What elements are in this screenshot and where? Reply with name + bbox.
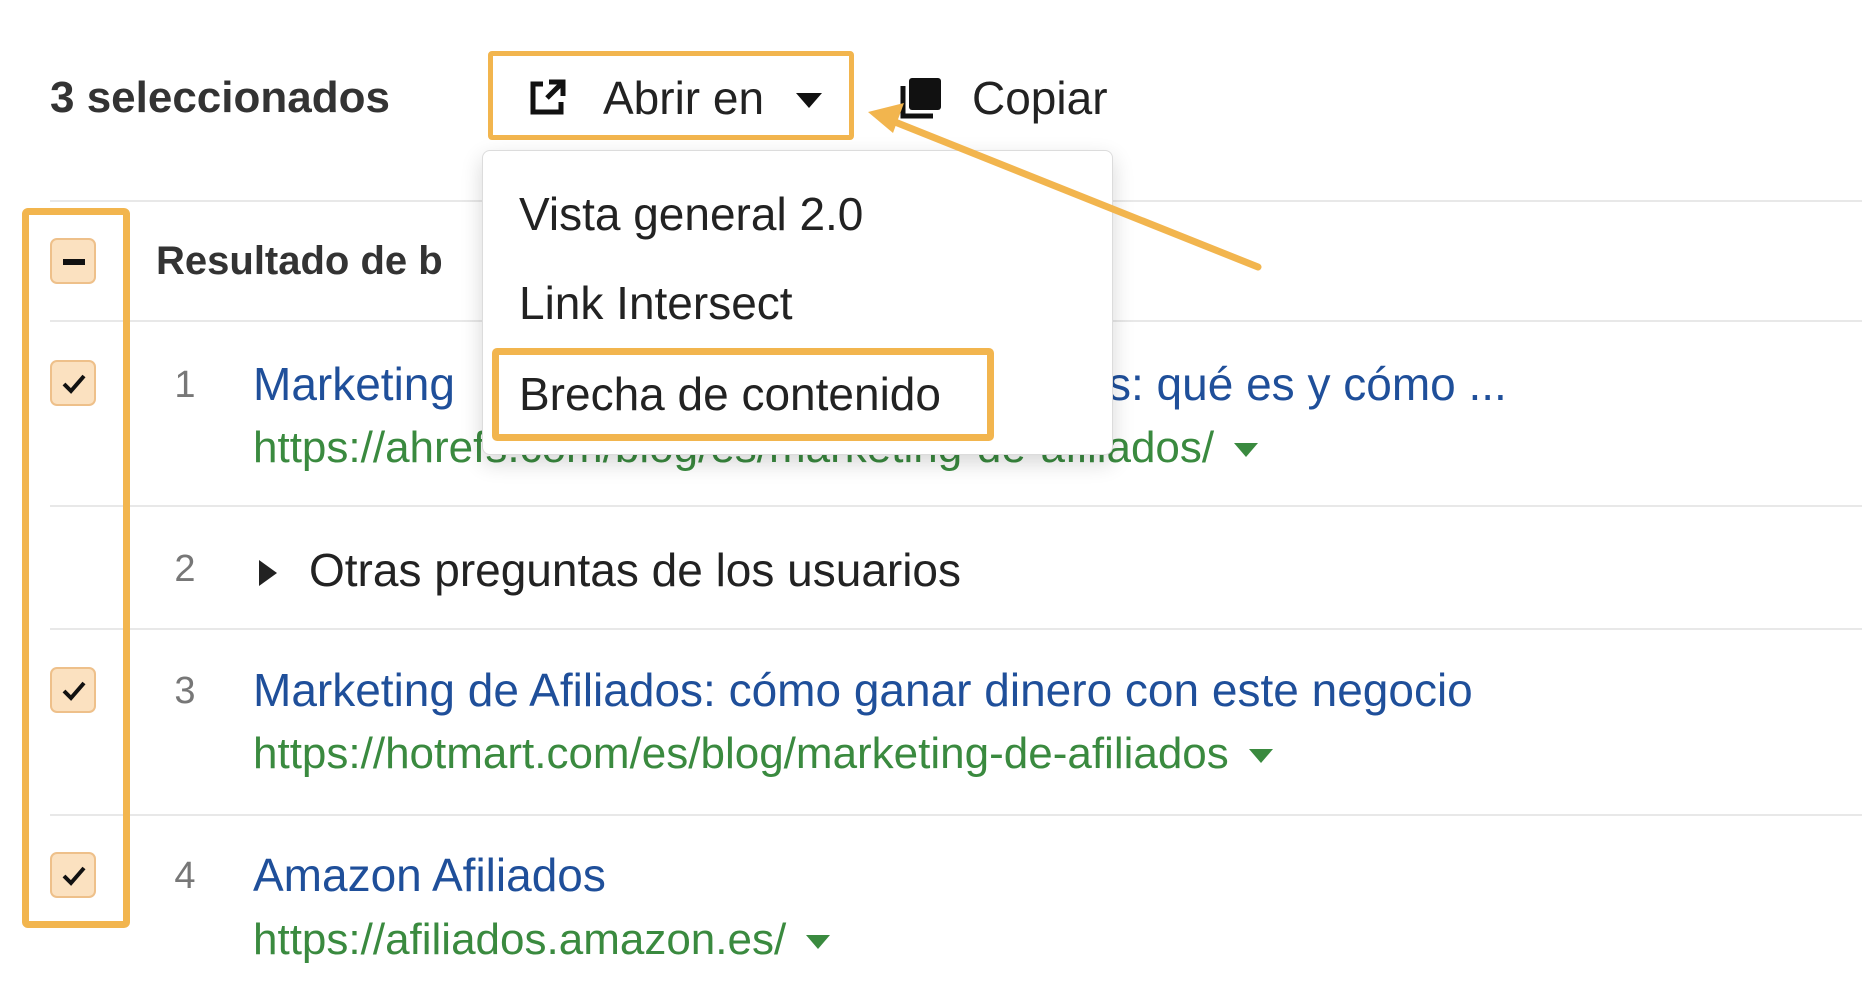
result-title-link[interactable]: Marketing: [253, 356, 455, 412]
row-divider: [50, 628, 1862, 630]
row-number: 1: [174, 364, 196, 406]
copy-button[interactable]: Copiar: [972, 70, 1108, 126]
result-url-text: https://afiliados.amazon.es/: [253, 915, 787, 964]
menu-item-highlight: [492, 348, 994, 441]
result-url-link[interactable]: https://hotmart.com/es/blog/marketing-de…: [253, 726, 1273, 782]
annotation-arrow: [868, 103, 1262, 271]
checkbox-column-highlight: [22, 208, 130, 928]
result-title-link[interactable]: Marketing de Afiliados: cómo ganar diner…: [253, 662, 1473, 718]
result-url-link[interactable]: https://afiliados.amazon.es/: [253, 912, 831, 968]
row-number: 3: [174, 670, 196, 712]
copy-icon[interactable]: [897, 76, 943, 122]
row-divider: [50, 505, 1862, 507]
menu-item-vista-general[interactable]: Vista general 2.0: [519, 184, 863, 244]
chevron-down-icon: [796, 93, 822, 108]
row-number: 2: [174, 548, 196, 590]
column-header-result: Resultado de b: [156, 239, 443, 283]
open-in-label: Abrir en: [603, 72, 765, 124]
url-dropdown-icon[interactable]: [806, 935, 831, 950]
open-in-button[interactable]: Abrir en: [488, 51, 854, 140]
menu-item-link-intersect[interactable]: Link Intersect: [519, 273, 793, 333]
url-dropdown-icon[interactable]: [1248, 749, 1273, 764]
result-title-link[interactable]: Amazon Afiliados: [253, 847, 606, 903]
row-number: 4: [174, 855, 196, 897]
external-link-icon: [530, 79, 566, 115]
expand-triangle-icon[interactable]: [259, 560, 277, 586]
row-divider: [50, 814, 1862, 816]
result-title-link-tail[interactable]: s: qué es y cómo ...: [1108, 356, 1507, 412]
people-also-ask-label[interactable]: Otras preguntas de los usuarios: [309, 540, 961, 600]
selected-count: 3 seleccionados: [50, 73, 390, 122]
result-url-text: https://hotmart.com/es/blog/marketing-de…: [253, 729, 1229, 778]
url-dropdown-icon[interactable]: [1234, 443, 1259, 458]
